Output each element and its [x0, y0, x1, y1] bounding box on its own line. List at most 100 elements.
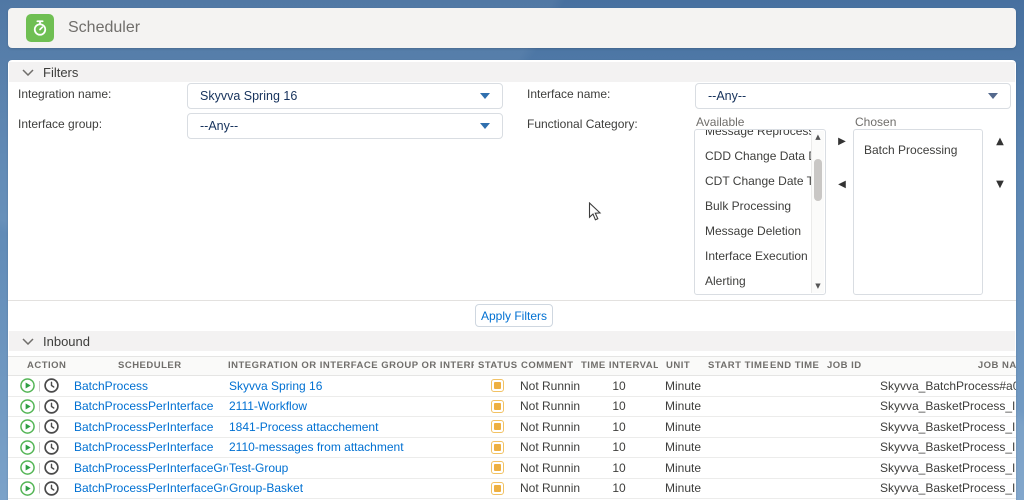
interface-group-label: Interface group: — [18, 117, 102, 131]
action-cell: | — [8, 458, 72, 478]
table-row: | BatchProcessPerInterface 2111-Workflow… — [8, 397, 1016, 418]
column-header-integration: INTEGRATION OR INTERFACE GROUP OR INTERF… — [228, 357, 474, 375]
table-row: | BatchProcessPerInterfaceGroup Test-Gro… — [8, 458, 1016, 479]
dropdown-arrow-icon — [988, 93, 998, 99]
interface-name-select[interactable]: --Any-- — [695, 83, 1011, 109]
schedule-clock-icon[interactable] — [44, 378, 59, 393]
filters-section-header[interactable]: Filters — [9, 62, 1015, 82]
table-row: | BatchProcessPerInterface 1841-Process … — [8, 417, 1016, 438]
job-name-cell: Skyvva_BasketProcess_Interface#a — [874, 396, 1016, 416]
column-header-start-time: START TIME — [706, 357, 768, 375]
table-body: | BatchProcess Skyvva Spring 16 Not Runn… — [8, 376, 1016, 499]
unit-cell: Minute — [658, 396, 706, 416]
column-header-job-id: JOB ID — [824, 357, 874, 375]
run-scheduler-icon[interactable] — [20, 399, 35, 414]
column-header-job-name: JOB NAME — [874, 357, 1016, 375]
integration-name-select[interactable]: Skyvva Spring 16 — [187, 83, 503, 109]
action-cell: | — [8, 437, 72, 457]
schedule-clock-icon[interactable] — [44, 460, 59, 475]
inbound-table: ACTION SCHEDULER INTEGRATION OR INTERFAC… — [8, 356, 1016, 500]
scroll-down-icon[interactable]: ▼ — [812, 280, 824, 293]
available-option[interactable]: Message Reprocessing — [695, 130, 811, 144]
interface-name-label: Interface name: — [527, 87, 610, 101]
status-warning-icon — [491, 400, 504, 413]
run-scheduler-icon[interactable] — [20, 440, 35, 455]
schedule-clock-icon[interactable] — [44, 481, 59, 496]
unit-cell: Minute — [658, 478, 706, 498]
available-option[interactable]: CDT Change Date Tran... — [695, 169, 811, 194]
chosen-option[interactable]: Batch Processing — [854, 138, 982, 163]
column-header-end-time: END TIME — [768, 357, 824, 375]
integration-link[interactable]: Test-Group — [229, 461, 288, 475]
table-row: | BatchProcessPerInterface 2110-messages… — [8, 438, 1016, 459]
interface-group-value: --Any-- — [200, 119, 238, 133]
integration-link[interactable]: Group-Basket — [229, 481, 303, 495]
action-cell: | — [8, 396, 72, 416]
comment-cell: Not Running — [520, 437, 580, 457]
scheduler-app-icon — [26, 14, 54, 42]
action-separator: | — [38, 458, 41, 478]
time-interval-cell: 10 — [580, 417, 658, 437]
schedule-clock-icon[interactable] — [44, 399, 59, 414]
available-option[interactable]: Interface Execution — [695, 244, 811, 269]
action-cell: | — [8, 417, 72, 437]
table-header-row: ACTION SCHEDULER INTEGRATION OR INTERFAC… — [8, 356, 1016, 376]
job-name-cell: Skyvva_BatchProcess#a0rf0000001 — [874, 376, 1016, 396]
scheduler-link[interactable]: BatchProcessPerInterface — [74, 420, 213, 434]
scroll-up-icon[interactable]: ▲ — [812, 131, 824, 144]
time-interval-cell: 10 — [580, 458, 658, 478]
dropdown-arrow-icon — [480, 123, 490, 129]
scheduler-link[interactable]: BatchProcessPerInterfaceGroup — [74, 461, 228, 475]
move-to-available-button[interactable]: ◀ — [835, 178, 849, 192]
table-row: | BatchProcessPerInterfaceGroup Group-Ba… — [8, 479, 1016, 500]
time-interval-cell: 10 — [580, 396, 658, 416]
schedule-clock-icon[interactable] — [44, 440, 59, 455]
move-to-chosen-button[interactable]: ▶ — [835, 135, 849, 149]
action-separator: | — [38, 417, 41, 437]
run-scheduler-icon[interactable] — [20, 419, 35, 434]
available-listbox[interactable]: Message Reprocessing CDD Change Data Det… — [694, 129, 826, 295]
integration-link[interactable]: 1841-Process attacchement — [229, 420, 378, 434]
available-option[interactable]: Alerting — [695, 269, 811, 294]
scheduler-link[interactable]: BatchProcessPerInterface — [74, 440, 213, 454]
available-option[interactable]: CDD Change Data Det... — [695, 144, 811, 169]
scrollbar-thumb[interactable] — [814, 159, 822, 201]
run-scheduler-icon[interactable] — [20, 378, 35, 393]
move-down-button[interactable]: ▼ — [993, 178, 1007, 192]
page-title: Scheduler — [68, 19, 140, 37]
scrollbar[interactable]: ▲ ▼ — [811, 131, 824, 293]
status-warning-icon — [491, 441, 504, 454]
job-name-cell: Skyvva_BasketProcess_InterfaceGro — [874, 478, 1016, 498]
schedule-clock-icon[interactable] — [44, 419, 59, 434]
integration-link[interactable]: Skyvva Spring 16 — [229, 379, 322, 393]
job-name-cell: Skyvva_BasketProcess_InterfaceGro — [874, 458, 1016, 478]
unit-cell: Minute — [658, 417, 706, 437]
integration-link[interactable]: 2111-Workflow — [229, 399, 307, 413]
move-up-button[interactable]: ▲ — [993, 135, 1007, 149]
scheduler-link[interactable]: BatchProcessPerInterface — [74, 399, 213, 413]
integration-name-value: Skyvva Spring 16 — [200, 89, 297, 103]
interface-group-select[interactable]: --Any-- — [187, 113, 503, 139]
status-warning-icon — [491, 420, 504, 433]
time-interval-cell: 10 — [580, 376, 658, 396]
status-warning-icon — [491, 461, 504, 474]
chosen-listbox[interactable]: Batch Processing — [853, 129, 983, 295]
chevron-down-icon — [22, 338, 34, 345]
apply-filters-button[interactable]: Apply Filters — [475, 304, 553, 327]
integration-link[interactable]: 2110-messages from attachment — [229, 440, 404, 454]
scheduler-link[interactable]: BatchProcess — [74, 379, 148, 393]
available-option[interactable]: Bulk Processing — [695, 194, 811, 219]
run-scheduler-icon[interactable] — [20, 460, 35, 475]
job-name-cell: Skyvva_BasketProcess_Interface#a — [874, 417, 1016, 437]
time-interval-cell: 10 — [580, 437, 658, 457]
comment-cell: Not Running — [520, 478, 580, 498]
scheduler-link[interactable]: BatchProcessPerInterfaceGroup — [74, 481, 228, 495]
divider — [8, 300, 1016, 301]
column-header-action: ACTION — [8, 357, 72, 375]
table-row: | BatchProcess Skyvva Spring 16 Not Runn… — [8, 376, 1016, 397]
run-scheduler-icon[interactable] — [20, 481, 35, 496]
status-warning-icon — [491, 482, 504, 495]
action-cell: | — [8, 478, 72, 498]
available-option[interactable]: Message Deletion — [695, 219, 811, 244]
inbound-section-header[interactable]: Inbound — [9, 331, 1015, 351]
